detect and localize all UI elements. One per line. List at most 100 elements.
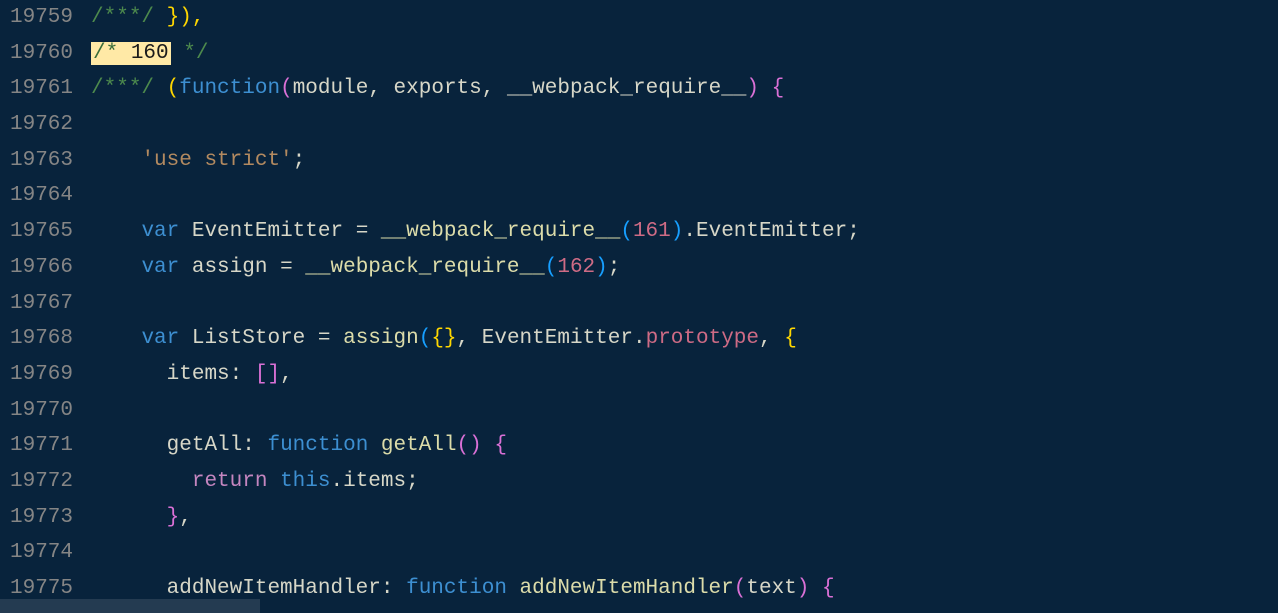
code-line[interactable] xyxy=(91,535,1278,571)
line-number: 19767 xyxy=(10,286,73,322)
punc-token: , xyxy=(457,327,482,350)
comment-token: /***/ xyxy=(91,77,154,100)
brace-token: { xyxy=(759,77,784,100)
keyword-token: var xyxy=(141,256,179,279)
ident-token: assign xyxy=(179,256,280,279)
keyword-token: function xyxy=(255,434,368,457)
comment-token: /***/ xyxy=(91,6,154,29)
code-line[interactable]: items: [], xyxy=(91,357,1278,393)
punc-token: , xyxy=(280,363,293,386)
line-number: 19761 xyxy=(10,71,73,107)
line-number: 19769 xyxy=(10,357,73,393)
code-line[interactable]: }, xyxy=(91,500,1278,536)
paren-token: ( xyxy=(154,77,179,100)
keyword-token: this xyxy=(267,470,330,493)
code-line[interactable]: var ListStore = assign({}, EventEmitter.… xyxy=(91,321,1278,357)
punc-token: , xyxy=(368,77,393,100)
ident-token: items xyxy=(167,363,230,386)
brace-token: } xyxy=(167,506,180,529)
brace-token: {} xyxy=(431,327,456,350)
code-line[interactable] xyxy=(91,107,1278,143)
code-line[interactable] xyxy=(91,178,1278,214)
ident-token: EventEmitter xyxy=(696,220,847,243)
code-line[interactable]: /* 160 */ xyxy=(91,36,1278,72)
paren-token: ) xyxy=(595,256,608,279)
code-line[interactable]: addNewItemHandler: function addNewItemHa… xyxy=(91,571,1278,607)
keyword-token: function xyxy=(179,77,280,100)
keyword-token: var xyxy=(141,327,179,350)
paren-token: ( xyxy=(734,577,747,600)
paren-token: ( xyxy=(620,220,633,243)
ident-token: exports xyxy=(394,77,482,100)
code-line[interactable]: getAll: function getAll() { xyxy=(91,428,1278,464)
ident-token: EventEmitter xyxy=(179,220,355,243)
brace-token: { xyxy=(482,434,507,457)
brace-token: { xyxy=(809,577,834,600)
search-highlight: /* 160 xyxy=(91,42,171,65)
comment-token: /* xyxy=(93,42,131,65)
code-line[interactable] xyxy=(91,393,1278,429)
paren-token: ) xyxy=(797,577,810,600)
paren-token: ( xyxy=(280,77,293,100)
punc-token: ; xyxy=(608,256,621,279)
string-token: 'use strict' xyxy=(141,149,292,172)
punc-token: ; xyxy=(293,149,306,172)
punc-token: : xyxy=(381,577,394,600)
paren-token: ( xyxy=(545,256,558,279)
number-token: 162 xyxy=(557,256,595,279)
brace-token: { xyxy=(784,327,797,350)
keyword-token: var xyxy=(141,220,179,243)
punc-token: , xyxy=(179,506,192,529)
punc-token: ; xyxy=(847,220,860,243)
code-area[interactable]: /***/ }), /* 160 */ /***/ (function(modu… xyxy=(91,0,1278,613)
punc-token: . xyxy=(683,220,696,243)
line-number: 19763 xyxy=(10,143,73,179)
line-number: 19759 xyxy=(10,0,73,36)
code-line[interactable]: var assign = __webpack_require__(162); xyxy=(91,250,1278,286)
keyword-token: function xyxy=(394,577,507,600)
line-number: 19772 xyxy=(10,464,73,500)
paren-token: ( xyxy=(419,327,432,350)
ident-token: EventEmitter xyxy=(482,327,633,350)
func-token: __webpack_require__ xyxy=(368,220,620,243)
line-number: 19771 xyxy=(10,428,73,464)
code-line[interactable]: /***/ (function(module, exports, __webpa… xyxy=(91,71,1278,107)
brace-token: }), xyxy=(154,6,204,29)
paren-token: ) xyxy=(469,434,482,457)
keyword-token: return xyxy=(192,470,268,493)
func-token: getAll xyxy=(368,434,456,457)
paren-token: ( xyxy=(457,434,470,457)
ident-token: ListStore xyxy=(179,327,318,350)
punc-token: , xyxy=(482,77,507,100)
punc-token: = xyxy=(318,327,331,350)
line-number: 19768 xyxy=(10,321,73,357)
line-number: 19760 xyxy=(10,36,73,72)
punc-token: , xyxy=(759,327,784,350)
punc-token: = xyxy=(280,256,293,279)
punc-token: . xyxy=(330,470,343,493)
punc-token: . xyxy=(633,327,646,350)
punc-token: : xyxy=(242,434,255,457)
code-line[interactable]: var EventEmitter = __webpack_require__(1… xyxy=(91,214,1278,250)
punc-token: : xyxy=(230,363,243,386)
code-line[interactable]: /***/ }), xyxy=(91,0,1278,36)
code-line[interactable]: return this.items; xyxy=(91,464,1278,500)
func-token: assign xyxy=(330,327,418,350)
line-number: 19762 xyxy=(10,107,73,143)
number-token: 161 xyxy=(633,220,671,243)
property-token: prototype xyxy=(646,327,759,350)
code-line[interactable]: 'use strict'; xyxy=(91,143,1278,179)
horizontal-scrollbar[interactable] xyxy=(0,599,260,613)
ident-token: text xyxy=(746,577,796,600)
line-number: 19765 xyxy=(10,214,73,250)
paren-token: ) xyxy=(746,77,759,100)
punc-token: = xyxy=(356,220,369,243)
ident-token: items xyxy=(343,470,406,493)
code-editor[interactable]: 19759 19760 19761 19762 19763 19764 1976… xyxy=(0,0,1278,613)
comment-token: */ xyxy=(171,42,209,65)
ident-token: module xyxy=(293,77,369,100)
line-number: 19770 xyxy=(10,393,73,429)
code-line[interactable] xyxy=(91,286,1278,322)
line-number: 19774 xyxy=(10,535,73,571)
line-number: 19766 xyxy=(10,250,73,286)
